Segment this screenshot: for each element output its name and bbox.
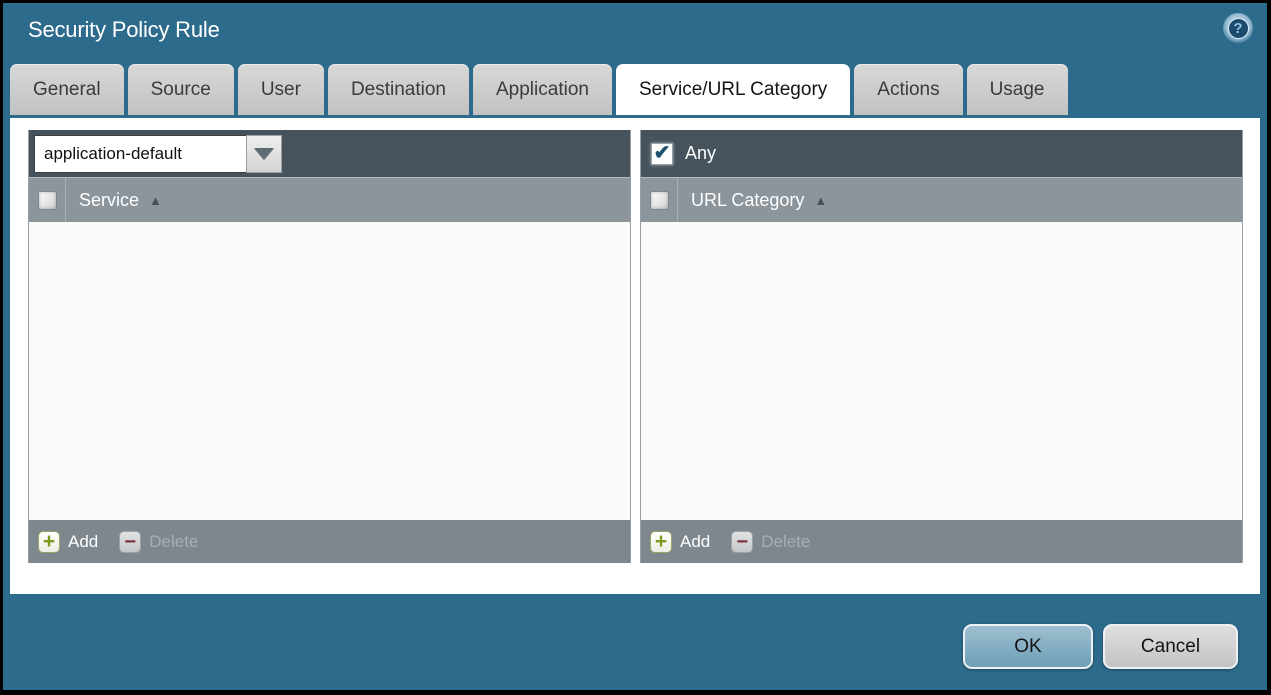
service-panel-footer: + Add − Delete bbox=[29, 520, 630, 563]
delete-button-label: Delete bbox=[761, 531, 811, 551]
tab-application[interactable]: Application bbox=[473, 64, 612, 115]
chevron-down-icon bbox=[254, 147, 274, 160]
url-category-list-body bbox=[641, 222, 1242, 520]
any-checkbox[interactable]: ✔ bbox=[651, 141, 673, 165]
service-type-input[interactable] bbox=[34, 134, 246, 173]
service-type-dropdown-button[interactable] bbox=[246, 134, 282, 173]
add-button-label: Add bbox=[680, 531, 711, 551]
delete-button-label: Delete bbox=[149, 531, 199, 551]
minus-icon: − bbox=[731, 530, 754, 553]
url-category-panel-toolbar: ✔ Any bbox=[641, 130, 1242, 177]
any-checkbox-row: ✔ Any bbox=[651, 141, 717, 165]
security-policy-rule-dialog: Security Policy Rule ? General Source Us… bbox=[3, 3, 1267, 690]
tab-usage[interactable]: Usage bbox=[966, 64, 1068, 115]
url-category-select-all-checkbox[interactable] bbox=[649, 190, 669, 210]
url-category-add-button[interactable]: + Add bbox=[650, 530, 711, 553]
dialog-title: Security Policy Rule bbox=[28, 17, 220, 42]
service-panel: Service ▲ + Add − Delete bbox=[28, 130, 631, 563]
plus-icon: + bbox=[650, 530, 672, 553]
service-list-body bbox=[29, 222, 630, 520]
any-checkbox-label: Any bbox=[685, 143, 717, 163]
url-category-delete-button[interactable]: − Delete bbox=[731, 530, 811, 553]
service-type-combo bbox=[34, 134, 282, 173]
sort-ascending-icon: ▲ bbox=[149, 192, 162, 208]
service-select-all-cell[interactable] bbox=[29, 178, 66, 222]
service-add-button[interactable]: + Add bbox=[38, 530, 99, 553]
sort-ascending-icon: ▲ bbox=[814, 192, 828, 208]
service-select-all-checkbox[interactable] bbox=[37, 190, 57, 210]
ok-button[interactable]: OK bbox=[963, 624, 1093, 669]
plus-icon: + bbox=[38, 530, 60, 553]
question-mark-icon: ? bbox=[1227, 17, 1249, 39]
url-category-column-header-row: URL Category ▲ bbox=[641, 177, 1242, 222]
tab-content-area: Service ▲ + Add − Delete bbox=[10, 118, 1260, 594]
add-button-label: Add bbox=[68, 531, 99, 551]
help-icon[interactable]: ? bbox=[1223, 13, 1253, 43]
service-panel-toolbar bbox=[29, 130, 630, 177]
service-column-header-row: Service ▲ bbox=[29, 177, 630, 222]
tab-actions[interactable]: Actions bbox=[854, 64, 963, 115]
service-delete-button[interactable]: − Delete bbox=[119, 530, 199, 553]
tab-service-url-category[interactable]: Service/URL Category bbox=[615, 64, 851, 115]
url-category-panel: ✔ Any URL Category ▲ + Add − Delete bbox=[640, 130, 1243, 563]
tab-user[interactable]: User bbox=[237, 64, 324, 115]
url-category-column-header[interactable]: URL Category bbox=[691, 190, 804, 211]
url-category-select-all-cell[interactable] bbox=[641, 178, 678, 222]
url-category-panel-footer: + Add − Delete bbox=[641, 520, 1242, 563]
tab-general[interactable]: General bbox=[10, 64, 124, 115]
cancel-button[interactable]: Cancel bbox=[1103, 624, 1238, 669]
minus-icon: − bbox=[119, 530, 142, 553]
tab-source[interactable]: Source bbox=[127, 64, 234, 115]
tab-destination[interactable]: Destination bbox=[327, 64, 469, 115]
tab-bar: General Source User Destination Applicat… bbox=[10, 64, 1068, 115]
service-column-header[interactable]: Service bbox=[79, 190, 139, 211]
checkmark-icon: ✔ bbox=[653, 141, 671, 164]
panels-container: Service ▲ + Add − Delete bbox=[28, 130, 1243, 563]
